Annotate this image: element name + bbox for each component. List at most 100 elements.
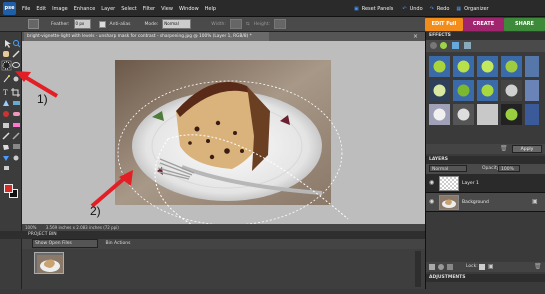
straighten-tool-icon[interactable] xyxy=(13,101,20,105)
zoom-tool-icon[interactable] xyxy=(13,40,21,48)
adjustment-layer-icon[interactable] xyxy=(438,264,444,270)
layer-name[interactable]: Background xyxy=(462,200,489,205)
lock-label: Lock: xyxy=(466,264,478,269)
width-field[interactable] xyxy=(229,19,242,29)
menu-select[interactable]: Select xyxy=(121,6,136,12)
effect-thumbnail[interactable] xyxy=(477,56,498,77)
magic-wand-tool-icon[interactable] xyxy=(3,75,10,83)
marquee-tool-icon[interactable] xyxy=(1,60,12,71)
menu-help[interactable]: Help xyxy=(205,6,216,12)
shape-tool-icon[interactable] xyxy=(3,156,9,161)
menu-filter[interactable]: Filter xyxy=(143,6,155,12)
type-tool-icon[interactable]: T xyxy=(3,89,8,97)
organizer-button[interactable]: Organizer xyxy=(464,6,488,12)
paint-bucket-tool-icon[interactable] xyxy=(3,145,9,150)
effect-thumbnail[interactable] xyxy=(453,104,474,125)
brush-tool-icon[interactable] xyxy=(2,132,10,140)
visibility-eye-icon[interactable]: ◉ xyxy=(429,180,435,186)
menu-layer[interactable]: Layer xyxy=(101,6,115,12)
bin-actions-button[interactable]: Bin Actions xyxy=(105,241,130,246)
hand-tool-icon[interactable] xyxy=(3,51,9,57)
document-tab[interactable]: bright-vignette-light with levels - unsh… xyxy=(24,32,269,41)
crop-tool-icon[interactable] xyxy=(11,88,20,97)
antialias-checkbox[interactable] xyxy=(98,20,106,28)
trash-icon[interactable]: 🗑 xyxy=(500,146,508,152)
layer-row[interactable]: ◉ Layer 1 xyxy=(426,174,545,193)
swap-icon[interactable]: ⇆ xyxy=(246,22,250,27)
effect-thumbnail[interactable] xyxy=(429,80,450,101)
apply-button[interactable]: Apply xyxy=(512,145,542,153)
feather-field[interactable]: 0 px xyxy=(73,19,91,29)
lock-all-icon[interactable]: ▣ xyxy=(488,264,494,270)
move-tool-icon[interactable] xyxy=(5,40,11,48)
effect-thumbnail[interactable] xyxy=(453,80,474,101)
share-tab[interactable]: SHARE xyxy=(504,18,545,31)
smart-brush-tool-icon[interactable] xyxy=(12,132,20,140)
layers-panel-header[interactable]: LAYERS xyxy=(426,156,545,164)
effect-thumbnail[interactable] xyxy=(453,56,474,77)
close-document-icon[interactable]: × xyxy=(413,33,421,40)
zoom-level[interactable]: 100% xyxy=(25,225,36,230)
menu-enhance[interactable]: Enhance xyxy=(74,6,96,12)
height-field[interactable] xyxy=(274,19,287,29)
menu-view[interactable]: View xyxy=(161,6,173,12)
layer-name[interactable]: Layer 1 xyxy=(462,181,479,186)
effects-footer: 🗑 Apply xyxy=(426,144,545,154)
filters-icon[interactable] xyxy=(430,42,437,49)
reset-panels-button[interactable]: Reset Panels xyxy=(362,6,394,12)
lock-icon: ▣ xyxy=(532,198,538,205)
selection-mode-icon[interactable] xyxy=(28,19,39,29)
lasso-tool-icon[interactable] xyxy=(12,62,20,68)
effect-thumbnail[interactable] xyxy=(477,104,498,125)
layer-row[interactable]: ◉ Background ▣ xyxy=(426,193,545,212)
undo-button[interactable]: Undo xyxy=(410,6,423,12)
bin-thumbnail[interactable] xyxy=(34,252,64,274)
effect-thumbnail[interactable] xyxy=(429,104,450,125)
clone-stamp-tool-icon[interactable] xyxy=(3,123,9,128)
lock-transparency-icon[interactable] xyxy=(479,264,485,270)
photo-canvas[interactable] xyxy=(22,41,425,230)
menu-file[interactable]: File xyxy=(22,6,30,12)
menu-image[interactable]: Image xyxy=(52,6,68,12)
quick-selection-tool-icon[interactable] xyxy=(13,76,19,82)
foreground-color-swatch[interactable] xyxy=(4,184,13,193)
effect-thumbnail[interactable] xyxy=(525,104,539,125)
effect-thumbnail[interactable] xyxy=(501,56,522,77)
layer-styles-icon[interactable] xyxy=(440,42,447,49)
mode-select[interactable]: Normal xyxy=(162,19,192,29)
effect-thumbnail[interactable] xyxy=(429,56,450,77)
menu-edit[interactable]: Edit xyxy=(36,6,46,12)
menu-window[interactable]: Window xyxy=(179,6,199,12)
effect-thumbnail[interactable] xyxy=(477,80,498,101)
effects-panel-header[interactable]: EFFECTS xyxy=(426,32,545,40)
effect-thumbnail[interactable] xyxy=(525,56,539,77)
eraser-tool-icon[interactable] xyxy=(13,123,20,127)
eyedropper-tool-icon[interactable] xyxy=(12,50,20,58)
photo-effects-icon[interactable] xyxy=(452,42,459,49)
menu-bar: pse File Edit Image Enhance Layer Select… xyxy=(0,0,545,17)
edit-full-tab[interactable]: EDIT Full xyxy=(425,18,463,31)
opacity-field[interactable]: 100% xyxy=(498,165,520,172)
red-eye-tool-icon[interactable] xyxy=(3,111,9,117)
redo-button[interactable]: Redo xyxy=(437,6,450,12)
bin-scrollbar[interactable] xyxy=(415,251,421,287)
create-tab[interactable]: CREATE xyxy=(463,18,504,31)
new-layer-icon[interactable] xyxy=(429,264,435,270)
project-bin-header[interactable]: PROJECT BIN xyxy=(0,231,425,239)
effect-thumbnail[interactable] xyxy=(525,80,539,101)
gradient-tool-icon[interactable] xyxy=(13,144,20,149)
mask-icon[interactable] xyxy=(447,264,453,270)
effect-thumbnail[interactable] xyxy=(501,80,522,101)
sponge-tool-icon[interactable] xyxy=(4,166,9,170)
delete-layer-icon[interactable]: 🗑 xyxy=(534,264,542,270)
cookie-cutter-tool-icon[interactable] xyxy=(3,100,9,106)
effect-thumbnail[interactable] xyxy=(501,104,522,125)
effects-grid xyxy=(429,56,539,125)
show-files-select[interactable]: Show Open Files xyxy=(32,239,98,248)
blend-mode-select[interactable]: Normal xyxy=(429,165,467,172)
blur-tool-icon[interactable] xyxy=(13,155,19,161)
spot-healing-tool-icon[interactable] xyxy=(13,112,20,116)
adjustments-panel-header[interactable]: ADJUSTMENTS xyxy=(426,274,545,282)
visibility-eye-icon[interactable]: ◉ xyxy=(429,199,435,205)
all-effects-icon[interactable] xyxy=(464,42,471,49)
